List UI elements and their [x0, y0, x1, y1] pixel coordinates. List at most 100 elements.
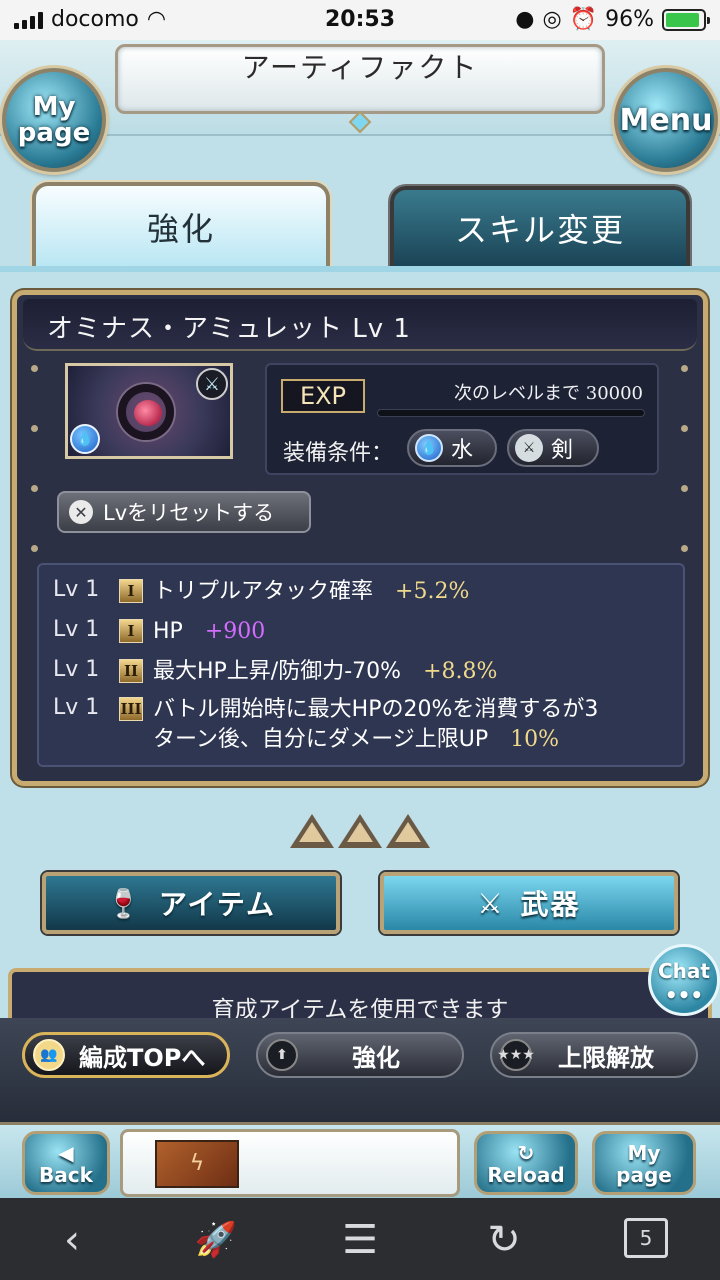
reload-icon[interactable]: ↻ [474, 1212, 534, 1268]
exp-box: EXP 次のレベルまで 30000 装備条件： 💧 水 ⚔ 剣 [265, 363, 659, 475]
mypage-nav-line2: page [616, 1163, 672, 1187]
bottom-toolbar: 👥 編成TOPへ ⬆ 強化 ★★★ 上限解放 [0, 1018, 720, 1122]
skill-list: Lv 1 I トリプルアタック確率 +5.2% Lv 1 I HP +900 L… [37, 563, 685, 767]
skill-name: トリプルアタック確率 [153, 579, 374, 604]
weapon-button[interactable]: ⚔ 武器 [380, 872, 678, 934]
back-label: Back [39, 1163, 93, 1187]
tab-enhance[interactable]: 強化 [32, 182, 330, 268]
browser-back-icon[interactable]: ‹ [42, 1212, 102, 1268]
artifact-image: ⚔ 💧 [65, 363, 233, 459]
weapon-button-label: 武器 [520, 888, 581, 921]
skill-text: HP +900 [153, 617, 673, 647]
rotation-lock-icon: ◎ [542, 7, 562, 32]
close-icon: ✕ [69, 500, 93, 524]
formation-top-button[interactable]: 👥 編成TOPへ [22, 1032, 230, 1078]
skill-value: 10% [510, 727, 560, 752]
battery-percent: 96% [605, 7, 654, 32]
chat-dots-icon: ••• [664, 983, 704, 1007]
party-icon: 👥 [33, 1039, 65, 1071]
equip-condition-label: 装備条件： [283, 441, 394, 466]
crossed-swords-icon: ⚔ [477, 886, 505, 920]
evolution-star-icon [290, 814, 334, 848]
weapon-type-pill: ⚔ 剣 [507, 429, 599, 467]
rivet [681, 425, 688, 432]
back-arrow-icon: ◀ [58, 1141, 74, 1165]
menu-icon[interactable]: ☰ [330, 1212, 390, 1268]
status-bar: docomo ◠ 20:53 ● ◎ ⏰ 96% [0, 0, 720, 40]
formation-top-label: 編成TOPへ [79, 1043, 206, 1072]
skill-name-line2: ターン後、自分にダメージ上限UP [153, 727, 489, 752]
next-level-text: 次のレベルまで 30000 [454, 383, 643, 404]
chat-button[interactable]: Chat ••• [648, 944, 720, 1016]
skill-name: 最大HP上昇/防御力-70% [153, 659, 402, 684]
tab-underline [0, 266, 720, 272]
rivet [31, 545, 38, 552]
exp-label: EXP [281, 379, 365, 413]
mypage-button[interactable]: My page [2, 68, 106, 172]
alarm-icon: ⏰ [569, 7, 598, 32]
reload-button[interactable]: ↻ Reload [474, 1131, 578, 1195]
tab-enhance-label: 強化 [146, 210, 215, 248]
skill-value: +900 [204, 619, 266, 644]
tabs-count-button[interactable]: 5 [624, 1218, 668, 1258]
uncap-label: 上限解放 [558, 1043, 654, 1072]
skill-text: 最大HP上昇/防御力-70% +8.8% [153, 657, 673, 687]
rocket-icon[interactable]: 🚀 [186, 1212, 246, 1268]
chat-label: Chat [658, 959, 710, 983]
title-gem-ornament [348, 110, 372, 134]
skill-text: バトル開始時に最大HPの20%を消費するが3 ターン後、自分にダメージ上限UP 1… [153, 695, 673, 755]
skill-tier-badge: II [119, 659, 143, 683]
amulet-gem [134, 400, 162, 426]
game-header: アーティファクト My page Menu [0, 40, 720, 172]
rivet [31, 365, 38, 372]
enhance-label: 強化 [352, 1043, 400, 1072]
skill-text: トリプルアタック確率 +5.2% [153, 577, 673, 607]
rivet [31, 485, 38, 492]
arrow-up-icon: ⬆ [266, 1039, 298, 1071]
evolution-star-icon [338, 814, 382, 848]
sword-icon: ⚔ [196, 368, 228, 400]
item-button[interactable]: 🍷 アイテム [42, 872, 340, 934]
skill-level: Lv 1 [53, 695, 100, 720]
mypage-label-line2: page [17, 118, 91, 148]
item-button-label: アイテム [158, 888, 277, 921]
uncap-button[interactable]: ★★★ 上限解放 [490, 1032, 698, 1078]
person-icon: ● [515, 7, 535, 32]
status-right: ● ◎ ⏰ 96% [515, 7, 710, 32]
element-pill: 💧 水 [407, 429, 497, 467]
goblet-icon: 🍷 [105, 886, 143, 920]
battery-icon [662, 8, 710, 31]
back-button[interactable]: ◀ Back [22, 1131, 110, 1195]
rivet [31, 425, 38, 432]
stars-icon: ★★★ [497, 1039, 535, 1071]
mypage-nav-line1: My [627, 1141, 661, 1165]
water-element-icon: 💧 [415, 434, 443, 462]
skill-value: +8.8% [423, 659, 498, 684]
tab-skill-change[interactable]: スキル変更 [390, 186, 690, 266]
page-title: アーティファクト [241, 51, 479, 84]
water-element-icon: 💧 [70, 424, 100, 454]
character-thumbnail[interactable]: ϟ [155, 1140, 239, 1188]
skill-level: Lv 1 [53, 617, 100, 642]
enhance-button[interactable]: ⬆ 強化 [256, 1032, 464, 1078]
skill-tier-badge: I [119, 579, 143, 603]
reset-level-button[interactable]: ✕ Lvをリセットする [57, 491, 311, 533]
menu-label: Menu [619, 102, 713, 138]
element-label: 水 [451, 438, 474, 463]
skill-level: Lv 1 [53, 577, 100, 602]
reset-level-label: Lvをリセットする [103, 501, 275, 525]
rivet [681, 545, 688, 552]
menu-button[interactable]: Menu [614, 68, 718, 172]
game-nav-bar: ◀ Back ϟ ↻ Reload My page [0, 1122, 720, 1198]
rivet [681, 485, 688, 492]
skill-tier-badge: III [119, 697, 143, 721]
skill-name: HP [153, 619, 183, 644]
rivet [681, 365, 688, 372]
reload-icon: ↻ [517, 1141, 535, 1165]
nav-status-panel: ϟ [120, 1129, 460, 1197]
evolution-star-icon [386, 814, 430, 848]
artifact-panel: オミナス・アミュレット Lv 1 ⚔ 💧 EXP 次のレベルまで 30000 装… [12, 290, 708, 786]
skill-value: +5.2% [395, 579, 470, 604]
browser-toolbar: ‹ 🚀 ☰ ↻ 5 [0, 1198, 720, 1280]
mypage-nav-button[interactable]: My page [592, 1131, 696, 1195]
